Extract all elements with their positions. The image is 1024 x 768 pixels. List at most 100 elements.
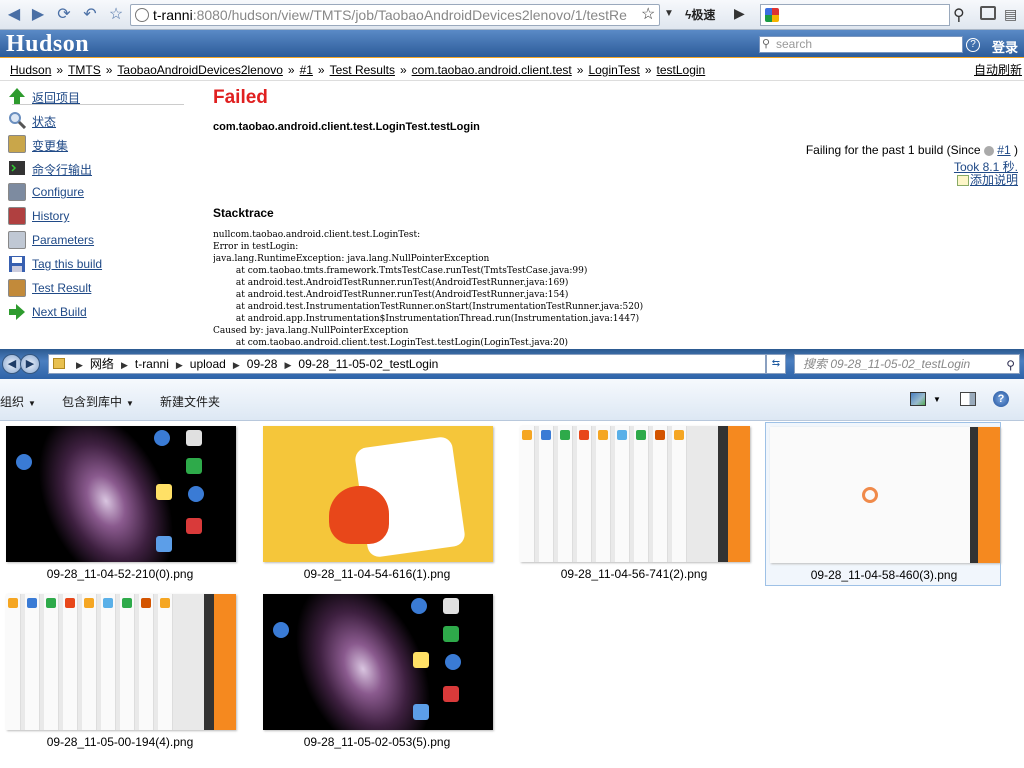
play-icon[interactable]: ▶: [734, 5, 745, 22]
breadcrumb-hudson[interactable]: Hudson: [10, 63, 51, 77]
sidebar-item-label: History: [32, 209, 70, 223]
breadcrumb-method[interactable]: testLogin: [657, 63, 706, 77]
file-thumbnail[interactable]: 09-28_11-04-52-210(0).png: [2, 422, 238, 586]
sidebar-item-next-build[interactable]: Next Build: [8, 302, 188, 322]
explorer-back-icon[interactable]: ◀: [2, 354, 22, 374]
breadcrumb-separator: »: [287, 63, 295, 77]
file-thumbnail[interactable]: 09-28_11-05-00-194(4).png: [2, 590, 238, 754]
bookmark-star-icon[interactable]: ☆: [641, 4, 655, 24]
sidebar-item-history[interactable]: History: [8, 206, 188, 226]
failing-build-link[interactable]: #1: [997, 143, 1010, 157]
file-thumbnail[interactable]: 09-28_11-04-58-460(3).png: [765, 422, 1001, 586]
file-thumbnail[interactable]: 09-28_11-04-54-616(1).png: [259, 422, 495, 586]
forward-icon[interactable]: ▶: [28, 5, 48, 25]
google-icon: [765, 8, 779, 22]
undo-icon[interactable]: ↶: [80, 5, 100, 25]
sidebar-item-变更集[interactable]: 变更集: [8, 134, 188, 154]
breadcrumb-separator: »: [56, 63, 64, 77]
path-crumb[interactable]: t-ranni: [135, 357, 169, 371]
sidebar-item-返回项目[interactable]: 返回项目: [8, 86, 188, 106]
sidebar-item-状态[interactable]: 状态: [8, 110, 188, 130]
file-thumbnail[interactable]: 09-28_11-05-02-053(5).png: [259, 590, 495, 754]
sidebar-item-label: 命令行输出: [32, 163, 93, 177]
path-crumb[interactable]: 09-28_11-05-02_testLogin: [298, 357, 438, 371]
file-name-label: 09-28_11-04-54-616(1).png: [303, 567, 451, 581]
sidebar-item-label: 返回项目: [32, 91, 81, 105]
refresh-icon[interactable]: ⟳: [54, 5, 74, 25]
hudson-search-input[interactable]: ⚲ search: [759, 36, 963, 53]
sidebar-item-tag-this-build[interactable]: Tag this build: [8, 254, 188, 274]
explorer-help-icon[interactable]: ?: [993, 391, 1009, 407]
thumbnail-image: [6, 594, 236, 730]
failing-prefix: Failing for the past 1 build (Since: [805, 143, 981, 157]
organize-button[interactable]: 组织 ▼: [0, 393, 36, 410]
breadcrumb-tmts[interactable]: TMTS: [68, 63, 101, 77]
path-crumb[interactable]: 网络: [90, 357, 114, 371]
path-arrow-icon: ▶: [175, 360, 183, 370]
explorer-path-input[interactable]: ▶ 网络 ▶ t-ranni ▶ upload ▶ 09-28 ▶ 09-28_11-05-02_…: [48, 354, 806, 374]
folder-icon: [53, 358, 65, 369]
sidebar-item-label: Tag this build: [32, 257, 103, 271]
file-explorer-window: ◀ ▶ ▶ 网络 ▶ t-ranni ▶ upload ▶ 09-28 ▶ 09-28_11-05…: [0, 349, 1024, 768]
auto-refresh-link[interactable]: 自动刷新: [974, 59, 1022, 81]
new-folder-button[interactable]: 新建文件夹: [160, 393, 220, 410]
screenshot-icon[interactable]: [980, 6, 996, 20]
hudson-logo[interactable]: Hudson: [6, 31, 89, 58]
url-dropdown-icon[interactable]: ▼: [664, 8, 674, 19]
explorer-refresh-icon[interactable]: ⇆: [766, 354, 786, 374]
preview-pane-icon[interactable]: [960, 392, 976, 406]
explorer-search-placeholder: 搜索 09-28_11-05-02_testLogin: [803, 357, 971, 371]
breadcrumb-build[interactable]: #1: [300, 63, 313, 77]
speed-mode-button[interactable]: ϟ极速: [685, 6, 715, 23]
explorer-address-bar: ◀ ▶ ▶ 网络 ▶ t-ranni ▶ upload ▶ 09-28 ▶ 09-28_11-05…: [0, 349, 1024, 379]
path-crumb[interactable]: upload: [190, 357, 226, 371]
edit-note-icon: [956, 175, 969, 187]
url-bar[interactable]: t-ranni:8080/hudson/view/TMTS/job/Taobao…: [130, 4, 660, 26]
back-icon[interactable]: ◀: [4, 5, 24, 25]
explorer-search-input[interactable]: 搜索 09-28_11-05-02_testLogin ⚲: [794, 354, 1020, 374]
explorer-forward-icon[interactable]: ▶: [20, 354, 40, 374]
menu-icon[interactable]: ▤: [1004, 6, 1017, 23]
stacktrace-heading: Stacktrace: [213, 206, 274, 220]
help-icon[interactable]: ?: [966, 38, 980, 52]
sidebar-item-configure[interactable]: Configure: [8, 182, 188, 202]
tools-icon: [8, 183, 26, 201]
add-description-label: 添加说明: [969, 173, 1018, 187]
floppy-icon: [8, 255, 26, 273]
url-path: :8080/hudson/view/TMTS/job/TaobaoAndroid…: [192, 7, 627, 23]
document-icon: [8, 231, 26, 249]
view-dropdown-icon[interactable]: ▼: [933, 395, 941, 404]
search-placeholder: search: [776, 37, 813, 51]
include-in-library-button[interactable]: 包含到库中 ▼: [62, 393, 134, 410]
login-link[interactable]: 登录: [992, 37, 1018, 56]
add-description-link[interactable]: 添加说明: [956, 171, 1018, 188]
breadcrumb-package[interactable]: com.taobao.android.client.test: [412, 63, 572, 77]
thumbnail-image: [770, 427, 1000, 563]
sidebar-item-parameters[interactable]: Parameters: [8, 230, 188, 250]
path-arrow-icon: ▶: [284, 360, 292, 370]
hudson-header: Hudson ⚲ search ? 登录: [0, 30, 1024, 58]
thumbnail-image: [263, 426, 493, 562]
favorite-star-icon[interactable]: ☆: [106, 5, 126, 25]
sidebar-item-test-result[interactable]: Test Result: [8, 278, 188, 298]
chevron-down-icon: ▼: [126, 399, 134, 408]
file-name-label: 09-28_11-04-56-741(2).png: [560, 567, 708, 581]
breadcrumb-test-results[interactable]: Test Results: [330, 63, 395, 77]
search-go-icon[interactable]: ⚲: [953, 5, 965, 25]
path-arrow-icon: ▶: [76, 360, 83, 370]
url-host: t-ranni: [153, 7, 193, 23]
breadcrumb-class[interactable]: LoginTest: [588, 63, 639, 77]
page-title: Failed: [213, 87, 268, 108]
path-crumb[interactable]: 09-28: [247, 357, 278, 371]
change-view-icon[interactable]: [910, 392, 926, 406]
sidebar-item-命令行输出[interactable]: 命令行输出: [8, 158, 188, 178]
history-icon: [8, 207, 26, 225]
path-arrow-icon: ▶: [232, 360, 240, 370]
search-icon[interactable]: ⚲: [1006, 356, 1015, 373]
browser-search-input[interactable]: [760, 4, 950, 26]
breadcrumb-job[interactable]: TaobaoAndroidDevices2lenovo: [117, 63, 282, 77]
file-thumbnail[interactable]: 09-28_11-04-56-741(2).png: [516, 422, 752, 586]
terminal-icon: [8, 159, 26, 177]
breadcrumb-separator: »: [399, 63, 407, 77]
file-name-label: 09-28_11-05-00-194(4).png: [46, 735, 194, 749]
